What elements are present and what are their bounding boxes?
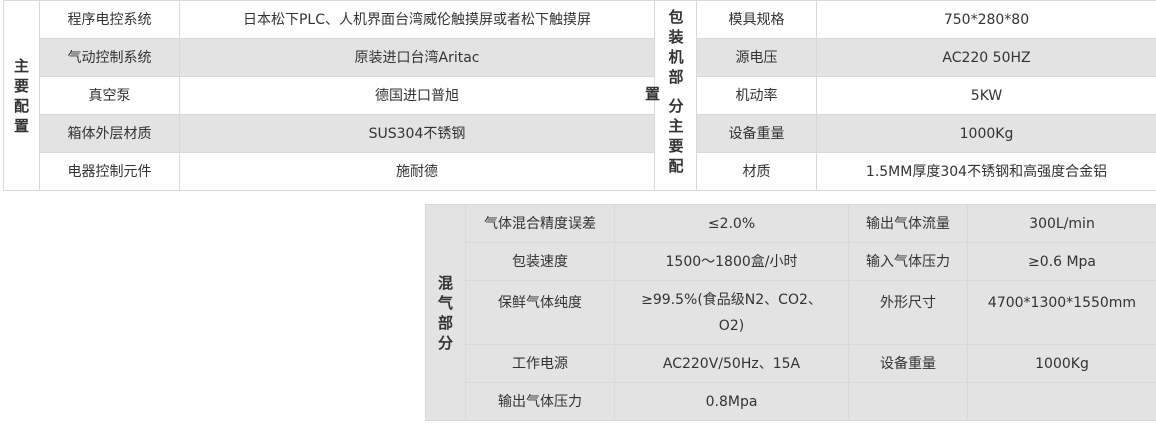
spec-label: 设备重量: [696, 114, 817, 153]
mix-label: 气体混合精度误差: [465, 204, 615, 243]
config-value: 德国进口普旭: [179, 76, 655, 115]
mix-label: [848, 382, 968, 421]
spec-value: 1000Kg: [816, 114, 1156, 153]
mix-label: 包装速度: [465, 242, 615, 281]
config-label: 箱体外层材质: [39, 114, 180, 153]
spec-value: 5KW: [816, 76, 1156, 115]
config-label: 程序电控系统: [39, 0, 180, 39]
mix-label: 保鲜气体纯度: [465, 280, 615, 345]
spec-label: 机动率: [696, 76, 817, 115]
spec-label: 模具规格: [696, 0, 817, 39]
mix-label: 输入气体压力: [848, 242, 968, 281]
mix-value: ≥0.6 Mpa: [967, 242, 1156, 281]
mix-label: 输出气体流量: [848, 204, 968, 243]
mix-value: ≤2.0%: [614, 204, 849, 243]
config-value: SUS304不锈钢: [179, 114, 655, 153]
spec-value: 1.5MM厚度304不锈钢和高强度合金铝: [816, 152, 1156, 191]
mix-label: 设备重量: [848, 344, 968, 383]
spec-value: AC220 50HZ: [816, 38, 1156, 77]
spec-label: 源电压: [696, 38, 817, 77]
mix-label: 外形尺寸: [848, 280, 968, 345]
config-value: 日本松下PLC、人机界面台湾威伦触摸屏或者松下触摸屏: [179, 0, 655, 39]
mixing-section-table: 混气部分 气体混合精度误差 ≤2.0% 输出气体流量 300L/min 包装速度…: [425, 204, 1156, 421]
mix-label: 输出气体压力: [465, 382, 615, 421]
mix-value: AC220V/50Hz、15A: [614, 344, 849, 383]
mix-value: 0.8Mpa: [614, 382, 849, 421]
mix-value: ≥99.5%(食品级N2、CO2、O2): [614, 280, 849, 345]
config-value: 原装进口台湾Aritac: [179, 38, 655, 77]
config-label: 电器控制元件: [39, 152, 180, 191]
spec-label: 材质: [696, 152, 817, 191]
mix-value: 300L/min: [967, 204, 1156, 243]
packaging-section-title: 包装机部 置 分主要配: [645, 0, 697, 191]
config-label: 真空泵: [39, 76, 180, 115]
spec-value: 750*280*80: [816, 0, 1156, 39]
mixing-section-title: 混气部分: [425, 204, 466, 421]
main-config-table: 主要配置 程序电控系统 日本松下PLC、人机界面台湾威伦触摸屏或者松下触摸屏 包…: [3, 0, 1156, 191]
mix-value: 1500～1800盒/小时: [614, 242, 849, 281]
config-value: 施耐德: [179, 152, 655, 191]
mix-label: 工作电源: [465, 344, 615, 383]
main-config-section-title: 主要配置: [3, 0, 40, 191]
mix-value-text: ≥99.5%(食品级N2、CO2、O2): [641, 291, 822, 334]
mix-value: [967, 382, 1156, 421]
mix-value: 1000Kg: [967, 344, 1156, 383]
config-label: 气动控制系统: [39, 38, 180, 77]
mix-value: 4700*1300*1550mm: [967, 280, 1156, 345]
